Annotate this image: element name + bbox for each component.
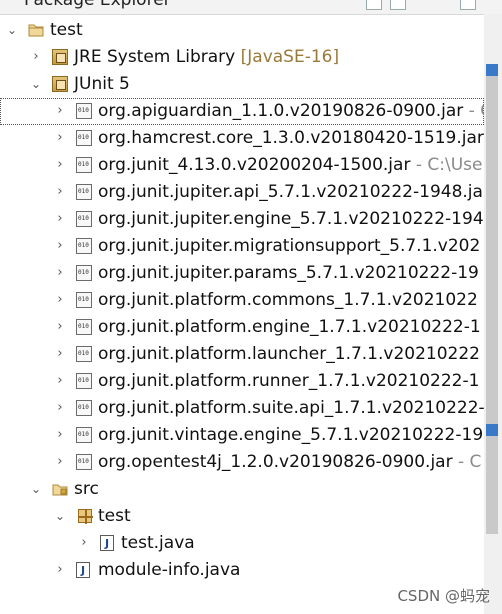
jar-icon (76, 211, 92, 227)
java-file-icon (76, 562, 90, 578)
chevron-right-icon[interactable]: › (54, 212, 66, 225)
jar-path: - C:\Use (410, 155, 483, 175)
jar-name: org.junit.vintage.engine_5.7.1.v20210222… (98, 425, 484, 445)
jar-name: org.opentest4j_1.2.0.v20190826-0900.jar (98, 452, 453, 472)
tree-item-jar[interactable]: › org.junit.platform.suite.api_1.7.1.v20… (0, 395, 484, 422)
jar-name: org.junit.jupiter.engine_5.7.1.v20210222… (98, 209, 484, 229)
chevron-right-icon[interactable]: › (30, 50, 42, 63)
chevron-right-icon[interactable]: › (54, 455, 66, 468)
jar-path: - C (452, 452, 482, 472)
chevron-right-icon[interactable]: › (54, 104, 66, 117)
tree-item-package[interactable]: ⌄ test (0, 503, 484, 530)
jar-name: org.junit.platform.commons_1.7.1.v202102… (98, 290, 478, 310)
tree-item-src[interactable]: ⌄ src (0, 476, 484, 503)
chevron-right-icon[interactable]: › (54, 185, 66, 198)
chevron-down-icon[interactable]: ⌄ (6, 24, 18, 36)
java-file-icon (100, 535, 114, 551)
minimize-icon[interactable] (460, 0, 476, 10)
chevron-down-icon[interactable]: ⌄ (30, 483, 42, 495)
tree-item-jre[interactable]: › JRE System Library [JavaSE-16] (0, 44, 484, 71)
jre-label: JRE System Library (74, 47, 236, 67)
jar-name: org.junit.jupiter.api_5.7.1.v20210222-19… (98, 182, 483, 202)
tree-item-jar[interactable]: › org.junit.jupiter.engine_5.7.1.v202102… (0, 206, 484, 233)
tree-item-test-java[interactable]: › test.java (0, 530, 484, 557)
chevron-right-icon[interactable]: › (78, 536, 90, 549)
jar-name: org.junit.platform.suite.api_1.7.1.v2021… (98, 398, 484, 418)
project-label: test (50, 20, 83, 40)
tree-item-jar[interactable]: › org.junit.jupiter.params_5.7.1.v202102… (0, 260, 484, 287)
chevron-right-icon[interactable]: › (54, 401, 66, 414)
collapse-all-icon[interactable] (366, 0, 382, 10)
jar-icon (76, 454, 92, 470)
tree-item-jar[interactable]: › org.junit.jupiter.api_5.7.1.v20210222-… (0, 179, 484, 206)
scrollbar-marker (486, 64, 498, 76)
module-info-label: module-info.java (98, 560, 241, 580)
jar-icon (76, 373, 92, 389)
chevron-right-icon[interactable]: › (54, 158, 66, 171)
tree-item-jar[interactable]: › org.junit_4.13.0.v20200204-1500.jar - … (0, 152, 484, 179)
jar-name: org.apiguardian_1.1.0.v20190826-0900.jar (98, 101, 464, 121)
jar-name: org.junit_4.13.0.v20200204-1500.jar (98, 155, 411, 175)
jar-icon (76, 292, 92, 308)
tree-item-jar[interactable]: › org.junit.platform.launcher_1.7.1.v202… (0, 341, 484, 368)
jar-icon (76, 157, 92, 173)
chevron-right-icon[interactable]: › (54, 320, 66, 333)
package-label: test (98, 506, 131, 526)
chevron-right-icon[interactable]: › (54, 374, 66, 387)
jar-name: org.hamcrest.core_1.3.0.v20180420-1519.j… (98, 128, 484, 148)
jar-path: - C:\ (468, 101, 484, 121)
chevron-right-icon[interactable]: › (54, 131, 66, 144)
tree-item-project[interactable]: ⌄ test (0, 17, 484, 44)
jar-name: org.junit.platform.launcher_1.7.1.v20210… (98, 344, 480, 364)
view-title: Package Explorer (24, 0, 171, 10)
jre-decoration: [JavaSE-16] (240, 47, 340, 67)
chevron-right-icon[interactable]: › (54, 293, 66, 306)
source-folder-icon (52, 484, 68, 496)
jar-icon (76, 319, 92, 335)
jar-icon (76, 265, 92, 281)
scrollbar-marker (486, 424, 498, 436)
view-titlebar: Package Explorer (0, 0, 502, 15)
library-icon (52, 49, 68, 65)
src-label: src (74, 479, 99, 499)
tree-item-jar[interactable]: › org.junit.platform.engine_1.7.1.v20210… (0, 314, 484, 341)
tree-item-jar[interactable]: › org.apiguardian_1.1.0.v20190826-0900.j… (0, 98, 484, 125)
watermark: CSDN @蚂宠 (397, 587, 490, 605)
chevron-down-icon[interactable]: ⌄ (54, 510, 66, 522)
test-java-label: test.java (121, 533, 195, 553)
chevron-right-icon[interactable]: › (54, 266, 66, 279)
jar-icon (76, 184, 92, 200)
chevron-right-icon[interactable]: › (54, 239, 66, 252)
tree-item-junit[interactable]: ⌄ JUnit 5 (0, 71, 484, 98)
tree-item-module-info[interactable]: › module-info.java (0, 557, 484, 584)
jar-name: org.junit.jupiter.migrationsupport_5.7.1… (98, 236, 481, 256)
jar-icon (76, 400, 92, 416)
chevron-down-icon[interactable]: ⌄ (30, 78, 42, 90)
jar-icon (76, 130, 92, 146)
tree-item-jar[interactable]: › org.junit.platform.commons_1.7.1.v2021… (0, 287, 484, 314)
chevron-right-icon[interactable]: › (54, 428, 66, 441)
tree-item-jar[interactable]: › org.junit.jupiter.migrationsupport_5.7… (0, 233, 484, 260)
chevron-right-icon[interactable]: › (54, 563, 66, 576)
tree-item-jar[interactable]: › org.junit.vintage.engine_5.7.1.v202102… (0, 422, 484, 449)
jar-icon (76, 346, 92, 362)
tree-item-jar[interactable]: › org.hamcrest.core_1.3.0.v20180420-1519… (0, 125, 484, 152)
library-icon (52, 76, 68, 92)
jar-name: org.junit.jupiter.params_5.7.1.v20210222… (98, 263, 479, 283)
project-folder-icon (28, 24, 44, 37)
jar-icon (76, 238, 92, 254)
tree-item-jar[interactable]: › org.junit.platform.runner_1.7.1.v20210… (0, 368, 484, 395)
scrollbar-thumb[interactable] (486, 64, 498, 534)
jar-name: org.junit.platform.runner_1.7.1.v2021022… (98, 371, 480, 391)
package-icon (78, 509, 93, 524)
jar-icon (76, 427, 92, 443)
chevron-right-icon[interactable]: › (54, 347, 66, 360)
jar-icon (76, 103, 92, 119)
junit-label: JUnit 5 (74, 74, 130, 94)
jar-name: org.junit.platform.engine_1.7.1.v2021022… (98, 317, 481, 337)
tree-item-jar[interactable]: › org.opentest4j_1.2.0.v20190826-0900.ja… (0, 449, 484, 476)
link-editor-icon[interactable] (390, 0, 406, 10)
